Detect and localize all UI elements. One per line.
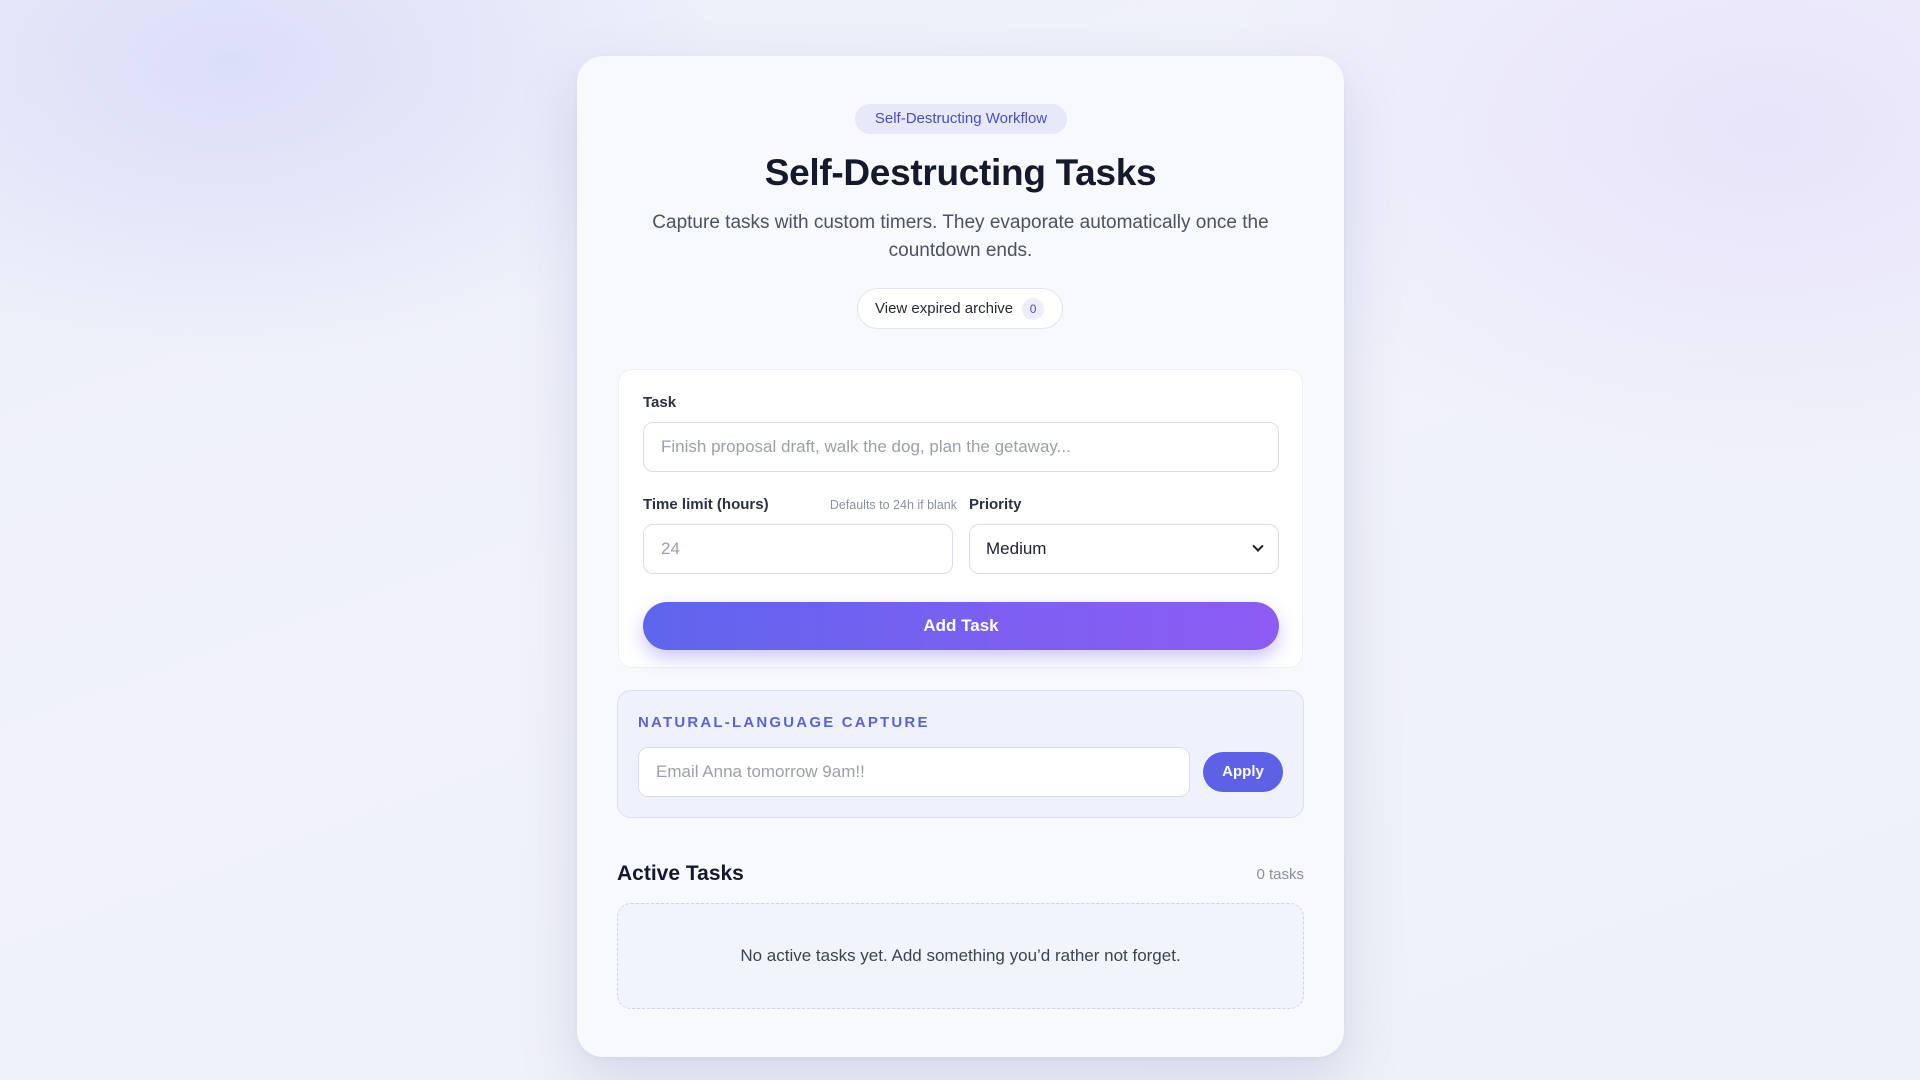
archive-count-badge: 0 — [1022, 297, 1045, 320]
main-card: Self-Destructing Workflow Self-Destructi… — [577, 56, 1344, 1057]
time-limit-hint: Defaults to 24h if blank — [829, 498, 957, 512]
add-task-button[interactable]: Add Task — [643, 602, 1279, 650]
active-tasks-heading: Active Tasks — [617, 862, 744, 885]
time-limit-label: Time limit (hours) — [643, 496, 769, 513]
task-input[interactable] — [643, 422, 1279, 472]
empty-tasks-message: No active tasks yet. Add something you’d… — [740, 946, 1181, 965]
nl-capture-title: NATURAL-LANGUAGE CAPTURE — [638, 714, 930, 731]
priority-select[interactable]: Medium — [969, 524, 1279, 574]
view-archive-button[interactable]: View expired archive 0 — [857, 288, 1063, 329]
empty-tasks-placeholder: No active tasks yet. Add something you’d… — [617, 903, 1304, 1009]
archive-button-label: View expired archive — [875, 300, 1014, 317]
natural-language-capture: NATURAL-LANGUAGE CAPTURE Apply — [617, 690, 1304, 818]
chevron-down-icon — [1252, 540, 1264, 552]
page-title: Self-Destructing Tasks — [764, 152, 1157, 193]
time-limit-input[interactable] — [643, 524, 953, 574]
priority-label: Priority — [969, 496, 1022, 513]
task-label: Task — [643, 394, 677, 411]
page-subtitle: Capture tasks with custom timers. They e… — [652, 212, 1269, 261]
apply-button[interactable]: Apply — [1203, 752, 1283, 792]
nl-capture-input[interactable] — [638, 747, 1190, 797]
task-count: 0 tasks — [1256, 866, 1304, 883]
task-form: Task Time limit (hours) Defaults to 24h … — [618, 369, 1303, 668]
workflow-badge: Self-Destructing Workflow — [855, 104, 1067, 134]
priority-selected-value: Medium — [986, 539, 1047, 558]
